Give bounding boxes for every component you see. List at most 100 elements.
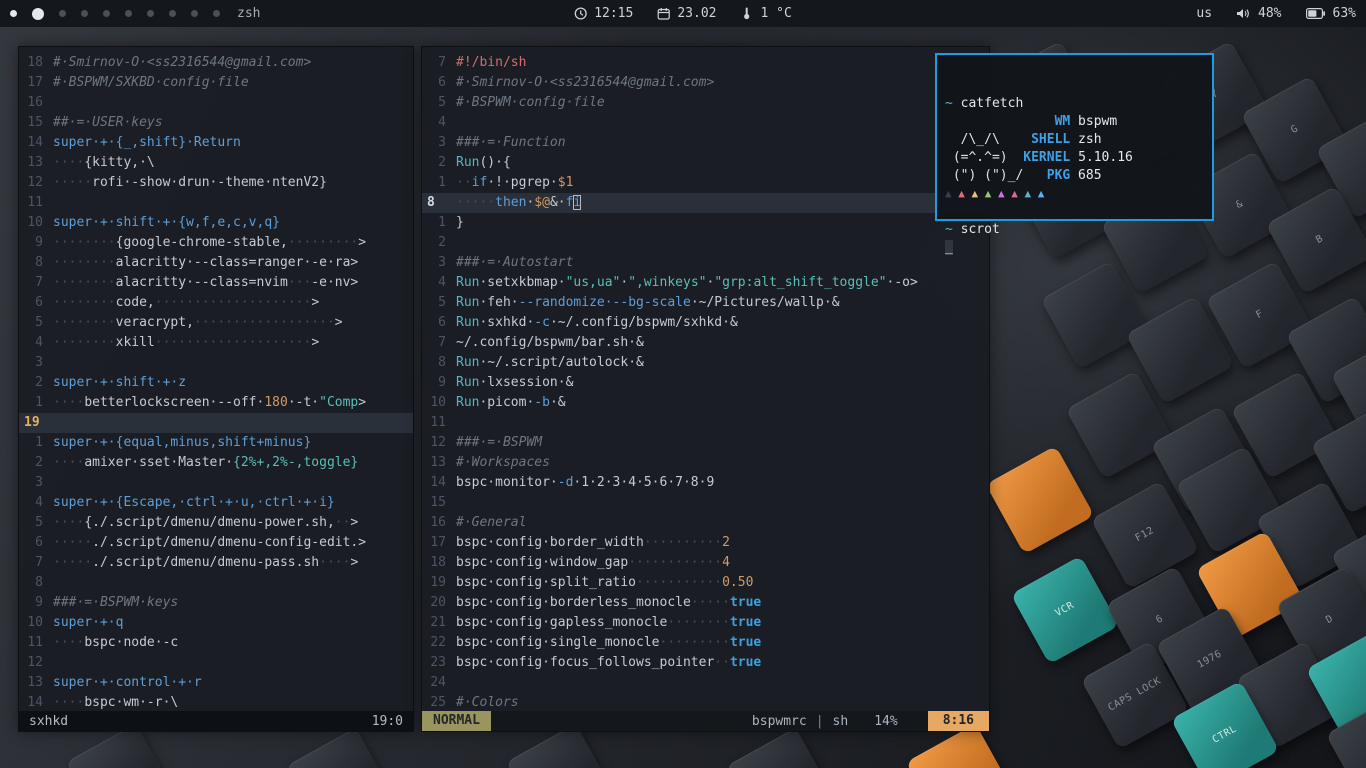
editor-line[interactable]: 5····{./.script/dmenu/dmenu-power.sh,··> (19, 513, 413, 533)
editor-line[interactable]: 24 (422, 673, 989, 693)
focused-window-title: zsh (237, 6, 260, 21)
editor-line[interactable]: 4super·+·{Escape,·ctrl·+·u,·ctrl·+·i} (19, 493, 413, 513)
line-number: 6 (19, 293, 53, 313)
editor-line[interactable]: 5Run·feh·--randomize·--bg-scale·~/Pictur… (422, 293, 989, 313)
editor-line[interactable]: 18bspc·config·window_gap············4 (422, 553, 989, 573)
editor-line[interactable]: 6#·Smirnov-O·<ss2316544@gmail.com> (422, 73, 989, 93)
editor-line[interactable]: 16 (19, 93, 413, 113)
editor-line[interactable]: 9········{google-chrome-stable,·········… (19, 233, 413, 253)
editor-line[interactable]: 2····amixer·sset·Master·{2%+,2%-,toggle} (19, 453, 413, 473)
keyboard-layout[interactable]: us (1196, 6, 1212, 21)
editor-line[interactable]: 23bspc·config·focus_follows_pointer··tru… (422, 653, 989, 673)
battery-icon[interactable] (1306, 8, 1325, 19)
keycap (726, 728, 835, 768)
workspace-dot[interactable] (147, 10, 154, 17)
volume-level[interactable]: 48% (1258, 6, 1281, 21)
left-terminal-window[interactable]: 18#·Smirnov-O·<ss2316544@gmail.com>17#·B… (18, 46, 414, 732)
editor-line[interactable]: 1} (422, 213, 989, 233)
line-number: 3 (19, 353, 53, 373)
volume-icon[interactable] (1236, 7, 1250, 20)
editor-line[interactable]: 3 (19, 473, 413, 493)
right-terminal-window[interactable]: 7#!/bin/sh6#·Smirnov-O·<ss2316544@gmail.… (421, 46, 990, 732)
editor-line[interactable]: 15 (422, 493, 989, 513)
line-number: 12 (19, 653, 53, 673)
editor-line[interactable]: 13#·Workspaces (422, 453, 989, 473)
editor-line[interactable]: 19bspc·config·split_ratio···········0.50 (422, 573, 989, 593)
editor-line[interactable]: 2 (422, 233, 989, 253)
editor-line[interactable]: 1··if·!·pgrep·$1 (422, 173, 989, 193)
editor-line[interactable]: 21bspc·config·gapless_monocle········tru… (422, 613, 989, 633)
editor-line[interactable]: 4········xkill····················> (19, 333, 413, 353)
editor-line[interactable]: 4Run·setxkbmap·"us,ua"·",winkeys"·"grp:a… (422, 273, 989, 293)
editor-line[interactable]: 6·····./.script/dmenu/dmenu-config-edit.… (19, 533, 413, 553)
editor-line[interactable]: 17bspc·config·border_width··········2 (422, 533, 989, 553)
editor-line[interactable]: 10Run·picom·-b·& (422, 393, 989, 413)
editor-line[interactable]: 11····bspc·node·-c (19, 633, 413, 653)
editor-line[interactable]: 9Run·lxsession·& (422, 373, 989, 393)
line-number: 1 (19, 393, 53, 413)
editor-line[interactable]: 5········veracrypt,··················> (19, 313, 413, 333)
editor-line[interactable]: 6········code,····················> (19, 293, 413, 313)
line-number: 4 (19, 333, 53, 353)
floating-terminal[interactable]: ~ catfetch WM bspwm /\_/\ SHELL zsh (=^.… (935, 53, 1214, 221)
line-number: 21 (422, 613, 456, 633)
editor-line[interactable]: 20bspc·config·borderless_monocle·····tru… (422, 593, 989, 613)
workspace-dot[interactable] (191, 10, 198, 17)
editor-line[interactable]: 18#·Smirnov-O·<ss2316544@gmail.com> (19, 53, 413, 73)
right-editor-lines[interactable]: 7#!/bin/sh6#·Smirnov-O·<ss2316544@gmail.… (422, 47, 989, 711)
editor-line[interactable]: 3 (19, 353, 413, 373)
line-number: 18 (19, 53, 53, 73)
editor-line[interactable]: 11 (19, 193, 413, 213)
editor-line[interactable]: 14super·+·{_,shift}·Return (19, 133, 413, 153)
editor-line[interactable]: 25#·Colors (422, 693, 989, 711)
editor-line[interactable]: 2Run()·{ (422, 153, 989, 173)
workspace-dot[interactable] (59, 10, 66, 17)
editor-line[interactable]: 6Run·sxhkd·-c·~/.config/bspwm/sxhkd·& (422, 313, 989, 333)
editor-line[interactable]: 7·····./.script/dmenu/dmenu-pass.sh····> (19, 553, 413, 573)
workspace-dot[interactable] (125, 10, 132, 17)
editor-line[interactable]: 17#·BSPWM/SXKBD·config·file (19, 73, 413, 93)
editor-line[interactable]: 14····bspc·wm·-r·\ (19, 693, 413, 711)
editor-line[interactable]: 11 (422, 413, 989, 433)
workspace-dot[interactable] (213, 10, 220, 17)
editor-line[interactable]: 3###·=·Function (422, 133, 989, 153)
editor-line[interactable]: 13····{kitty,·\ (19, 153, 413, 173)
editor-line[interactable]: 3###·=·Autostart (422, 253, 989, 273)
line-number: 5 (19, 313, 53, 333)
editor-line[interactable]: 19 (19, 413, 413, 433)
editor-line[interactable]: 16#·General (422, 513, 989, 533)
workspace-dot[interactable] (10, 10, 17, 17)
editor-line[interactable]: 12###·=·BSPWM (422, 433, 989, 453)
editor-line[interactable]: 8········alacritty·--class=ranger·-e·ra> (19, 253, 413, 273)
workspace-dot[interactable] (169, 10, 176, 17)
editor-line[interactable]: 8Run·~/.script/autolock·& (422, 353, 989, 373)
editor-line[interactable]: 8 (19, 573, 413, 593)
editor-line[interactable]: 12·····rofi·-show·drun·-theme·ntenV2} (19, 173, 413, 193)
line-number: 10 (19, 613, 53, 633)
editor-line[interactable]: 13super·+·control·+·r (19, 673, 413, 693)
editor-line[interactable]: 1····betterlockscreen·--off·180·-t·"Comp… (19, 393, 413, 413)
editor-line[interactable]: 12 (19, 653, 413, 673)
workspace-dot[interactable] (32, 8, 44, 20)
battery-level[interactable]: 63% (1333, 6, 1356, 21)
editor-line[interactable]: 4 (422, 113, 989, 133)
line-number: 3 (19, 473, 53, 493)
editor-line[interactable]: 2super·+·shift·+·z (19, 373, 413, 393)
editor-line[interactable]: 7~/.config/bspwm/bar.sh·& (422, 333, 989, 353)
editor-line[interactable]: 14bspc·monitor·-d·1·2·3·4·5·6·7·8·9 (422, 473, 989, 493)
editor-line[interactable]: 15##·=·USER·keys (19, 113, 413, 133)
left-editor-lines[interactable]: 18#·Smirnov-O·<ss2316544@gmail.com>17#·B… (19, 47, 413, 711)
editor-line[interactable]: 5#·BSPWM·config·file (422, 93, 989, 113)
editor-line[interactable]: 7#!/bin/sh (422, 53, 989, 73)
editor-line[interactable]: 1super·+·{equal,minus,shift+minus} (19, 433, 413, 453)
editor-line[interactable]: 10super·+·shift·+·{w,f,e,c,v,q} (19, 213, 413, 233)
editor-line[interactable]: 9###·=·BSPWM·keys (19, 593, 413, 613)
editor-line[interactable]: 8·····then·$@&·fi (422, 193, 989, 213)
workspace-dot[interactable] (103, 10, 110, 17)
line-number: 5 (19, 513, 53, 533)
line-number: 7 (19, 553, 53, 573)
editor-line[interactable]: 10super·+·q (19, 613, 413, 633)
editor-line[interactable]: 7········alacritty·--class=nvim···-e·nv> (19, 273, 413, 293)
workspace-dot[interactable] (81, 10, 88, 17)
editor-line[interactable]: 22bspc·config·single_monocle·········tru… (422, 633, 989, 653)
